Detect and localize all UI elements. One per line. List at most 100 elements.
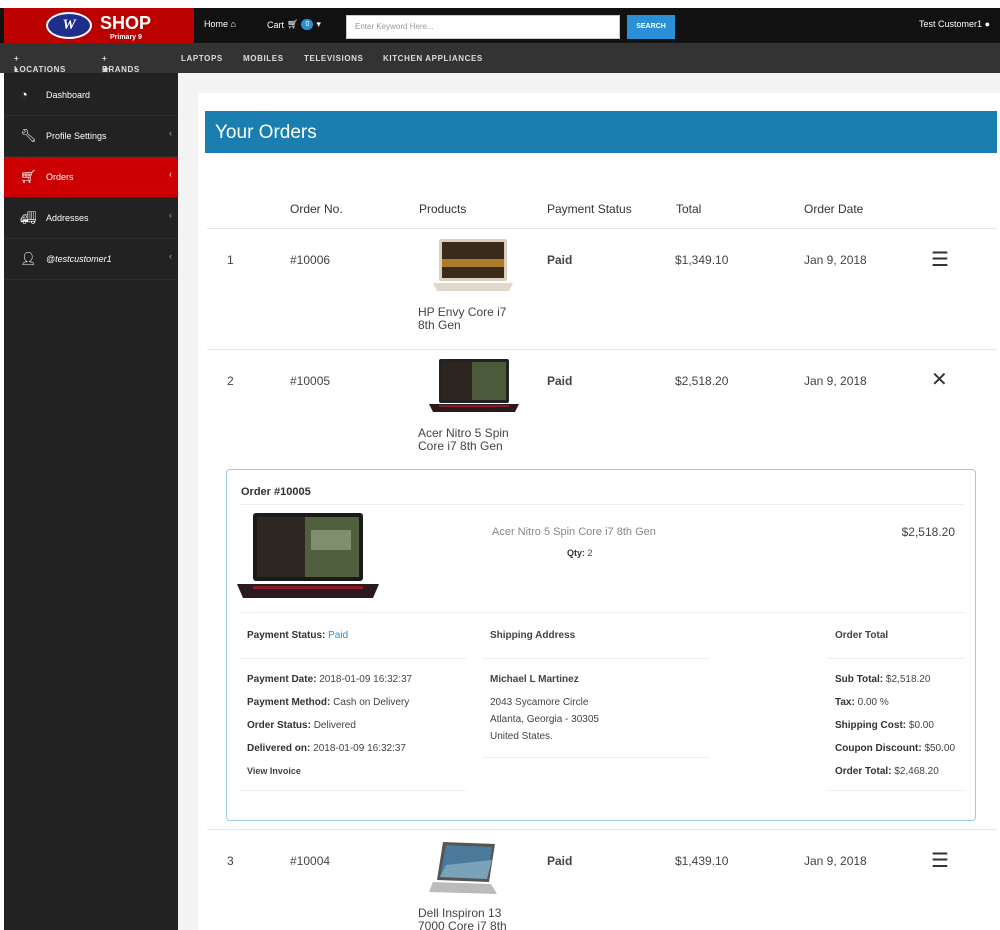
column-header-products: Products [419,202,467,216]
hamburger-menu-icon[interactable]: ☰ [931,848,949,873]
site-logo[interactable]: W SHOP Primary 9 [4,8,194,43]
order-detail-title: Order #10005 [241,486,311,498]
divider [239,612,965,613]
divider [239,790,467,791]
sidebar-item-label: Addresses [46,213,89,223]
chevron-down-icon: ▾ [316,19,321,29]
payment-status: Paid [547,253,573,267]
tax-value: 0.00 % [857,697,889,708]
order-number-link[interactable]: #10006 [290,253,330,267]
sidebar-item-label: Orders [46,172,74,182]
product-thumbnail[interactable] [433,237,513,295]
divider [482,757,710,758]
search-button[interactable]: SEARCH [627,15,675,39]
logo-subtext: Primary 9 [110,34,142,41]
shipping-cost-label: Shipping Cost: [835,720,907,731]
detail-price: $2,518.20 [901,525,955,539]
order-detail-panel: Order #10005 Acer Nitro 5 Spin Core i7 8… [226,469,976,821]
order-total-value: $2,468.20 [894,766,939,777]
user-icon: ● [984,19,990,29]
truck-icon: 🚚︎ [20,210,37,225]
nav-cart-link[interactable]: Cart 🛒︎ 0 ▾ [267,19,321,30]
column-header-order-no: Order No. [290,202,343,216]
order-number-link[interactable]: #10005 [290,374,330,388]
order-date: Jan 9, 2018 [804,854,867,868]
top-navbar: W SHOP Primary 9 Home ⌂ Cart 🛒︎ 0 ▾ Ente… [0,0,1000,43]
payment-method-value: Cash on Delivery [333,697,410,708]
product-name[interactable]: Dell Inspiron 13 7000 Core i7 8th [418,907,518,930]
tax-label: Tax: [835,697,855,708]
delivered-on-label: Delivered on: [247,743,311,754]
order-status-value: Delivered [313,720,356,731]
row-index: 3 [227,854,234,868]
category-kitchen-appliances[interactable]: KITCHEN APPLIANCES [383,54,483,63]
ship-line3: United States. [490,731,553,742]
order-total: $1,349.10 [675,253,729,267]
chevron-left-icon: ‹ [169,169,172,179]
nav-home-label: Home [204,19,229,29]
sidebar-item-label: Profile Settings [46,131,107,141]
order-total: $2,518.20 [675,374,729,388]
sidebar-item-label: @testcustomer1 [46,254,112,264]
category-laptops[interactable]: LAPTOPS [181,54,223,63]
order-total-label: Order Total [835,630,889,641]
search-input[interactable]: Enter Keyword Here... [346,15,620,39]
category-mobiles[interactable]: MOBILES [243,54,284,63]
order-date: Jan 9, 2018 [804,374,867,388]
user-menu[interactable]: Test Customer1 ● [919,19,990,29]
chevron-left-icon: ‹ [169,128,172,138]
order-date: Jan 9, 2018 [804,253,867,267]
category-brands[interactable]: ★ BRANDS + [102,54,139,74]
chevron-left-icon: ‹ [169,251,172,261]
sidebar-item-profile-settings[interactable]: 🔧︎ Profile Settings ‹ [4,116,178,157]
top-strip [0,0,1000,8]
category-televisions[interactable]: TELEVISIONS [304,54,364,63]
detail-product-name: Acer Nitro 5 Spin Core i7 8th Gen [492,526,656,538]
sidebar-item-addresses[interactable]: 🚚︎ Addresses ‹ [4,198,178,239]
column-header-payment-status: Payment Status [547,202,632,216]
divider [827,658,965,659]
sidebar-item-dashboard[interactable]: ◔ Dashboard [4,75,178,116]
order-number-link[interactable]: #10004 [290,854,330,868]
sidebar-item-orders[interactable]: 🛒︎ Orders ‹ [4,157,178,198]
home-icon: ⌂ [230,19,236,29]
row-index: 1 [227,253,234,267]
sidebar-item-label: Dashboard [46,90,91,100]
payment-date-label: Payment Date: [247,674,317,685]
nav-cart-label: Cart [267,19,285,30]
chevron-left-icon: ‹ [169,210,172,220]
ship-line2: Atlanta, Georgia - 30305 [490,714,599,725]
sub-total-value: $2,518.20 [885,674,931,685]
close-icon[interactable]: ✕ [931,367,948,392]
category-locations[interactable]: ♦ LOCATIONS + [14,54,65,74]
sidebar-item-account[interactable]: 👤︎ @testcustomer1 ‹ [4,239,178,280]
divider [482,658,710,659]
user-name: Test Customer1 [919,19,983,29]
shipping-cost-value: $0.00 [908,720,934,731]
page: W SHOP Primary 9 Home ⌂ Cart 🛒︎ 0 ▾ Ente… [0,0,1000,930]
view-invoice-link[interactable]: View Invoice [247,766,301,776]
product-name[interactable]: HP Envy Core i7 8th Gen [418,306,518,332]
divider [239,658,467,659]
product-thumbnail[interactable] [429,840,501,896]
cart-icon: 🛒︎ [287,19,299,29]
product-name[interactable]: Acer Nitro 5 Spin Core i7 8th Gen [418,427,518,453]
delivered-on-value: 2018-01-09 16:32:37 [313,743,406,754]
dashboard-icon: ◔ [20,87,28,102]
payment-status-value: Paid [328,630,349,641]
payment-status: Paid [547,374,573,388]
qty-value: 2 [587,548,593,558]
cart-icon: 🛒︎ [20,169,37,184]
product-thumbnail[interactable] [429,358,519,416]
cart-count-badge: 0 [301,19,314,30]
sidebar: ◔ Dashboard 🔧︎ Profile Settings ‹ 🛒︎ Ord… [4,73,178,930]
payment-method-label: Payment Method: [247,697,331,708]
payment-status: Paid [547,854,573,868]
hamburger-menu-icon[interactable]: ☰ [931,247,949,272]
order-total-row-label: Order Total: [835,766,892,777]
qty-label: Qty: [567,548,585,558]
coupon-value: $50.00 [924,743,956,754]
wrench-icon: 🔧︎ [20,128,37,143]
nav-home-link[interactable]: Home ⌂ [204,19,236,29]
table-row: 3 #10004 Dell Inspiron 13 7000 Core i7 8… [207,829,997,930]
